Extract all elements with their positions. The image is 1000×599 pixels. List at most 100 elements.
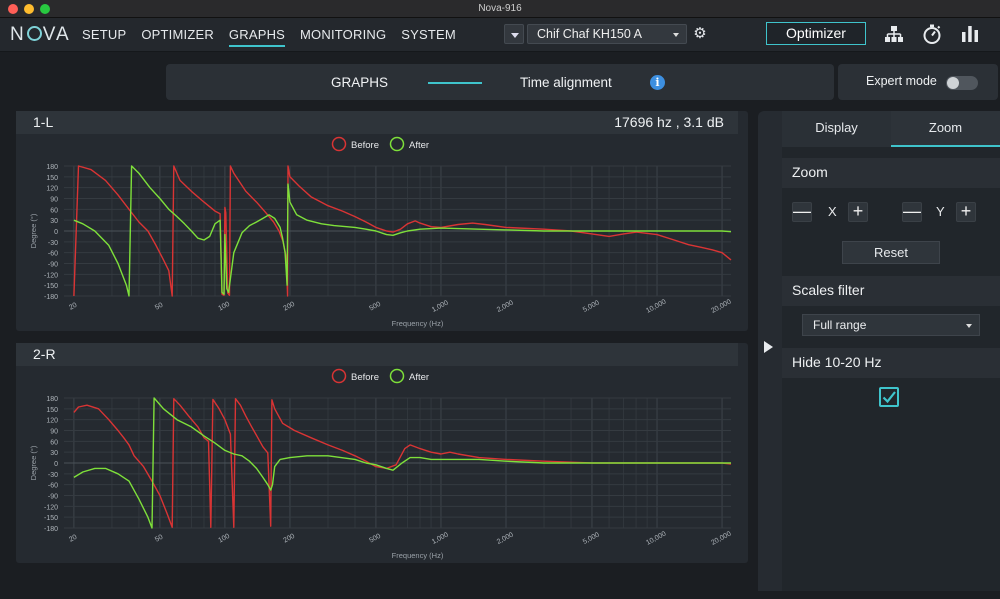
zoom-x-in-button[interactable]: + xyxy=(848,202,868,222)
expert-mode-box: Expert mode xyxy=(838,64,998,100)
hide-low-freq-checkbox[interactable] xyxy=(879,387,899,407)
x-tick-label: 200 xyxy=(282,301,296,313)
subheader-time-alignment-step[interactable]: Time alignment xyxy=(520,75,612,90)
y-tick-label: 180 xyxy=(46,164,58,171)
nav-optimizer[interactable]: OPTIMIZER xyxy=(141,27,214,42)
x-axis-label: Frequency (Hz) xyxy=(392,551,444,560)
x-tick-label: 100 xyxy=(217,533,231,545)
checkmark-icon xyxy=(882,391,896,404)
x-tick-label: 10,000 xyxy=(645,531,667,547)
graph-panel-1-l: 1-L 17696 hz , 3.1 dB 180 150 120 90 60 30 0 -3… xyxy=(16,111,748,331)
scales-filter-title: Scales filter xyxy=(782,276,1000,306)
y-tick-label: -60 xyxy=(48,483,58,490)
window-titlebar: Nova-916 xyxy=(0,0,1000,18)
y-tick-label: 30 xyxy=(50,218,58,225)
nav-system[interactable]: SYSTEM xyxy=(401,27,456,42)
y-tick-label: -30 xyxy=(48,472,58,479)
nova-logo: N VA xyxy=(10,24,71,45)
window-title: Nova-916 xyxy=(478,3,522,14)
x-tick-label: 100 xyxy=(217,301,231,313)
phase-chart-2-r[interactable]: 180 150 120 90 60 30 0 -30 -60 -90 -120 -150 -180 20 5… xyxy=(16,366,748,563)
zoom-reset-button[interactable]: Reset xyxy=(842,241,940,264)
y-tick-label: 180 xyxy=(46,396,58,403)
x-tick-label: 5,000 xyxy=(582,531,601,545)
legend-label-before: Before xyxy=(351,140,379,151)
graph-panel-2-r: 2-R 180 150 120 90 60 30 0 -30 -60 -90 -120 -150 -18… xyxy=(16,343,748,563)
y-tick-label: -150 xyxy=(44,283,58,290)
tab-zoom[interactable]: Zoom xyxy=(891,111,1000,147)
y-tick-label: 150 xyxy=(46,407,58,414)
x-tick-label: 20,000 xyxy=(710,531,732,547)
preset-select[interactable]: Chif Chaf KH150 A xyxy=(527,24,687,44)
nav-monitoring[interactable]: MONITORING xyxy=(300,27,386,42)
nav-setup[interactable]: SETUP xyxy=(82,27,126,42)
x-tick-label: 10,000 xyxy=(645,299,667,315)
zoom-x-out-button[interactable]: — xyxy=(792,202,812,222)
zoom-x-label: X xyxy=(828,204,837,219)
tab-display[interactable]: Display xyxy=(782,111,891,147)
y-tick-label: -120 xyxy=(44,272,58,279)
cursor-readout: 17696 hz , 3.1 dB xyxy=(614,114,724,130)
y-tick-label: -90 xyxy=(48,494,58,501)
x-tick-label: 2,000 xyxy=(496,299,515,313)
scales-filter-select[interactable]: Full range xyxy=(802,314,980,336)
bar-chart-icon[interactable] xyxy=(958,22,982,46)
preset-value: Chif Chaf KH150 A xyxy=(537,27,642,41)
y-tick-label: -150 xyxy=(44,515,58,522)
y-tick-label: 0 xyxy=(54,229,58,236)
panel-title: 1-L xyxy=(33,114,54,130)
y-tick-label: -90 xyxy=(48,262,58,269)
info-icon[interactable]: i xyxy=(650,75,665,90)
subheader-graphs-step[interactable]: GRAPHS xyxy=(331,75,388,90)
y-tick-label: 60 xyxy=(50,207,58,214)
y-tick-label: -180 xyxy=(44,526,58,533)
x-tick-label: 50 xyxy=(154,534,164,544)
x-tick-label: 500 xyxy=(368,533,382,545)
nav-graphs[interactable]: GRAPHS xyxy=(228,27,286,47)
zoom-y-in-button[interactable]: + xyxy=(956,202,976,222)
y-tick-label: 90 xyxy=(50,197,58,204)
panel-header: 2-R xyxy=(16,343,738,366)
y-tick-label: 120 xyxy=(46,186,58,193)
collapse-panel-arrow-icon[interactable] xyxy=(764,341,773,353)
legend-swatch-before xyxy=(331,136,347,152)
side-panel: Display Zoom Zoom — X + — Y + Reset Scal… xyxy=(758,111,1000,591)
x-tick-label: 20,000 xyxy=(710,299,732,315)
x-tick-label: 50 xyxy=(154,302,164,312)
x-tick-label: 1,000 xyxy=(431,299,450,313)
y-tick-label: -60 xyxy=(48,251,58,258)
y-axis-label: Degree (°) xyxy=(29,213,38,248)
legend-label-before: Before xyxy=(351,372,379,383)
legend-label-after: After xyxy=(409,140,429,151)
legend-swatch-after xyxy=(389,136,405,152)
x-tick-label: 500 xyxy=(368,301,382,313)
zoom-y-out-button[interactable]: — xyxy=(902,202,922,222)
legend-label-after: After xyxy=(409,372,429,383)
y-tick-label: -120 xyxy=(44,504,58,511)
panel-title: 2-R xyxy=(33,346,56,362)
graphs-subheader: GRAPHS Time alignment i xyxy=(166,64,834,100)
y-tick-label: -180 xyxy=(44,294,58,301)
x-tick-label: 2,000 xyxy=(496,531,515,545)
x-axis-label: Frequency (Hz) xyxy=(392,319,444,328)
optimizer-button[interactable]: Optimizer xyxy=(766,22,866,45)
x-tick-label: 1,000 xyxy=(431,531,450,545)
x-tick-label: 200 xyxy=(282,533,296,545)
legend-swatch-before xyxy=(331,368,347,384)
gear-icon[interactable]: ⚙ xyxy=(690,24,710,44)
side-tabs: Display Zoom xyxy=(782,111,1000,147)
preset-menu-button[interactable] xyxy=(504,24,524,44)
chevron-down-icon xyxy=(966,324,972,328)
network-icon[interactable] xyxy=(882,22,906,46)
legend-swatch-after xyxy=(389,368,405,384)
hide-low-freq-title: Hide 10-20 Hz xyxy=(782,348,1000,378)
y-tick-label: 60 xyxy=(50,439,58,446)
y-tick-label: 0 xyxy=(54,461,58,468)
zoom-section-title: Zoom xyxy=(782,158,1000,188)
expert-mode-toggle[interactable] xyxy=(946,76,978,90)
zoom-y-label: Y xyxy=(936,204,945,219)
y-axis-label: Degree (°) xyxy=(29,445,38,480)
stopwatch-icon[interactable] xyxy=(920,22,944,46)
main-nav: SETUP OPTIMIZER GRAPHS MONITORING SYSTEM xyxy=(82,27,471,47)
phase-chart-1-l[interactable]: 180 150 120 90 60 30 0 -30 -60 -90 -120 -150 -180 20 5… xyxy=(16,134,748,331)
